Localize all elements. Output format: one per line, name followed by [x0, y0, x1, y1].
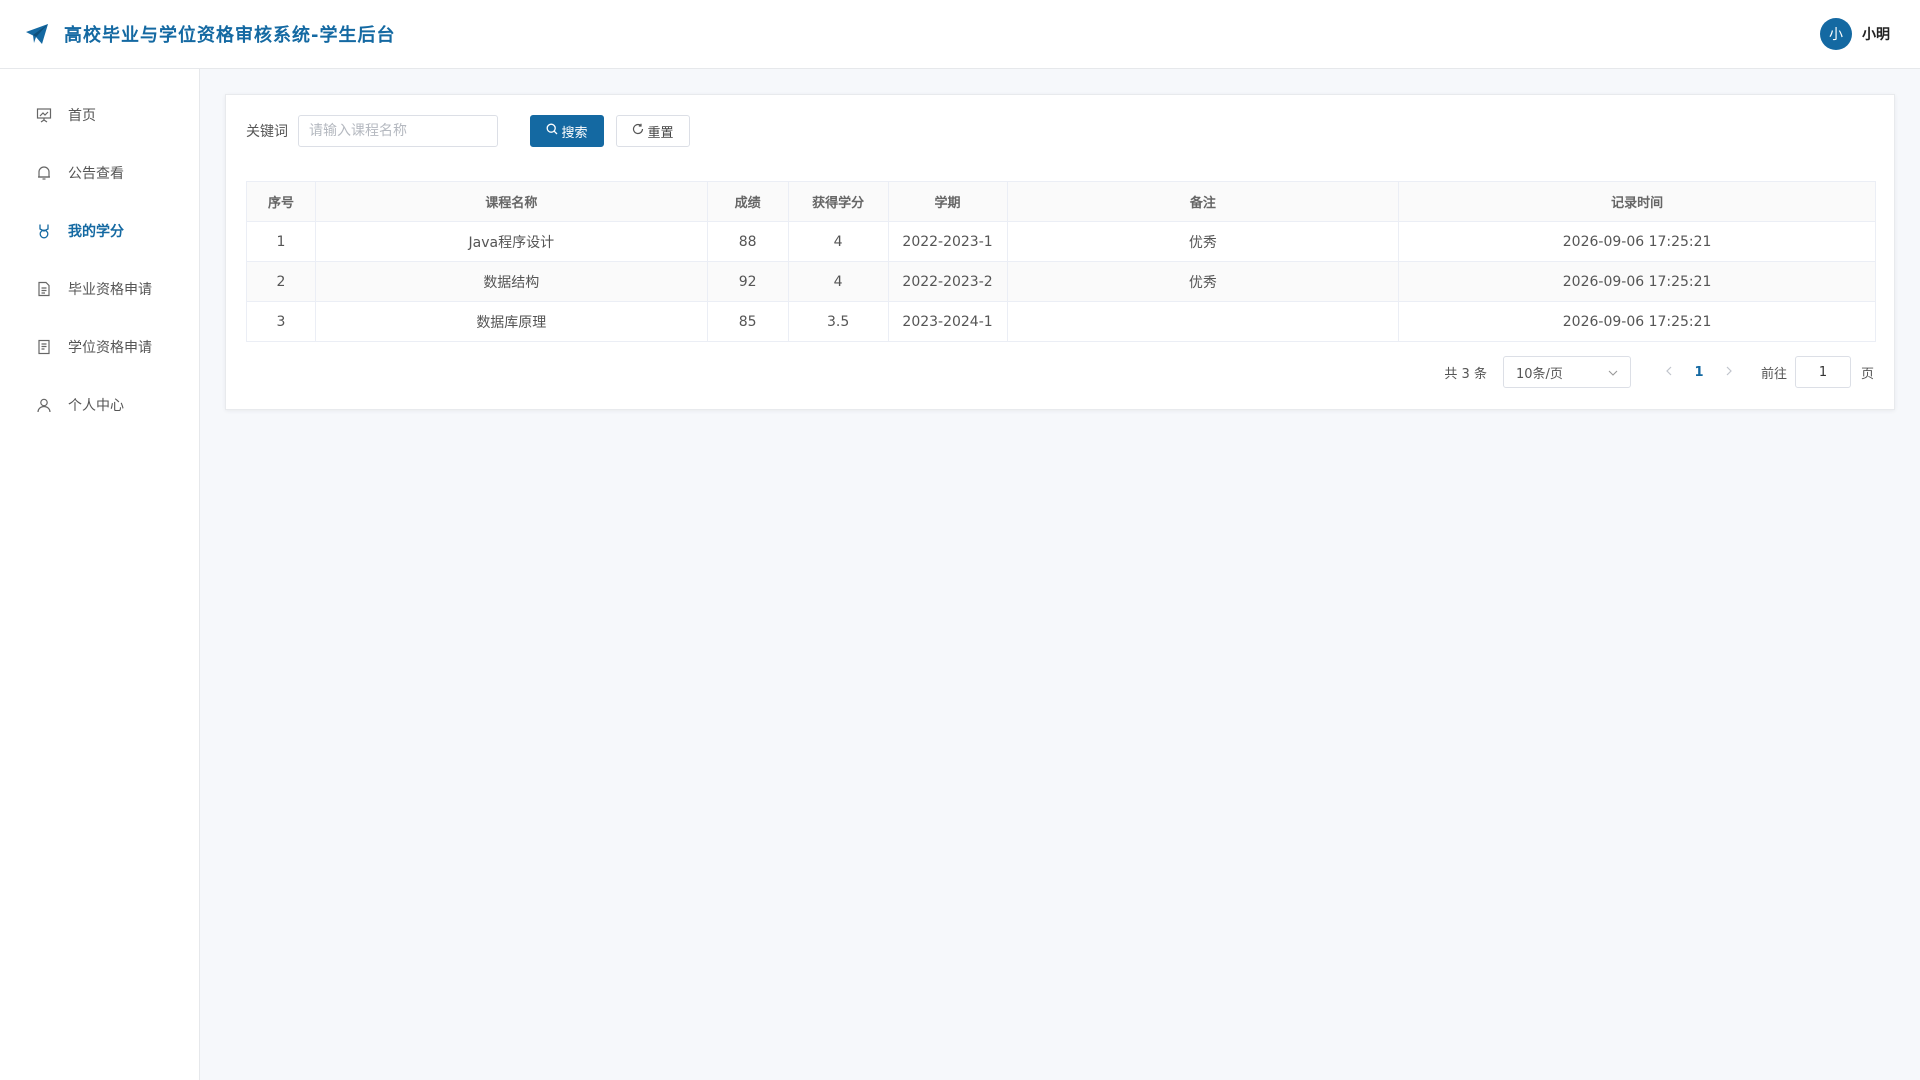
cell-index: 3: [246, 301, 316, 342]
page-size-select[interactable]: 10条/页: [1502, 356, 1631, 388]
sidebar-item-label: 首页: [68, 108, 96, 124]
sidebar-item-my-credits[interactable]: 我的学分: [0, 202, 199, 260]
cell-index: 2: [246, 261, 316, 302]
table-header-row: 序号 课程名称 成绩 获得学分 学期 备注 记录时间: [246, 181, 1876, 222]
table-row[interactable]: 3 数据库原理 85 3.5 2023-2024-1 2026-09-06 17…: [246, 301, 1876, 342]
next-page-button[interactable]: [1715, 364, 1743, 380]
cell-remark: 优秀: [1006, 261, 1400, 302]
sidebar-item-label: 公告查看: [68, 166, 124, 182]
search-button-label: 搜索: [561, 125, 588, 141]
cell-record-time: 2026-09-06 17:25:21: [1398, 301, 1876, 342]
sidebar-item-label: 学位资格申请: [68, 340, 152, 356]
search-button[interactable]: 搜索: [530, 115, 604, 147]
medal-icon: [36, 223, 52, 239]
credits-table: 序号 课程名称 成绩 获得学分 学期 备注 记录时间 1 Java程序设计 88…: [246, 181, 1876, 342]
page-size-value: 10条/页: [1515, 366, 1563, 382]
column-header-credits-earned[interactable]: 获得学分: [787, 181, 889, 222]
cell-record-time: 2026-09-06 17:25:21: [1398, 221, 1876, 262]
reset-button-label: 重置: [647, 125, 674, 141]
column-header-score[interactable]: 成绩: [706, 181, 789, 222]
cell-remark: [1006, 301, 1400, 342]
cell-score: 88: [706, 221, 789, 262]
cell-semester: 2022-2023-1: [887, 221, 1008, 262]
prev-page-button[interactable]: [1655, 364, 1683, 380]
sidebar-item-announcements[interactable]: 公告查看: [0, 144, 199, 202]
sidebar-item-graduation-application[interactable]: 毕业资格申请: [0, 260, 199, 318]
search-bar: 关键词 搜索 重置: [246, 115, 1874, 147]
page-number-current[interactable]: 1: [1683, 365, 1715, 380]
file-list-icon: [36, 339, 52, 355]
sidebar: 首页 公告查看 我的学分 毕业资格申请 学位资格申请 个人中心: [0, 69, 200, 1080]
keyword-label: 关键词: [246, 124, 288, 140]
user-name[interactable]: 小明: [1862, 24, 1890, 44]
table-row[interactable]: 2 数据结构 92 4 2022-2023-2 优秀 2026-09-06 17…: [246, 261, 1876, 302]
search-icon: [546, 123, 558, 139]
sidebar-item-label: 毕业资格申请: [68, 282, 152, 298]
cell-score: 92: [706, 261, 789, 302]
paper-plane-icon: [24, 21, 50, 47]
avatar[interactable]: 小: [1820, 18, 1852, 50]
cell-semester: 2022-2023-2: [887, 261, 1008, 302]
column-header-course-name[interactable]: 课程名称: [314, 181, 708, 222]
column-header-remark[interactable]: 备注: [1006, 181, 1400, 222]
bell-icon: [36, 165, 52, 181]
column-header-record-time[interactable]: 记录时间: [1398, 181, 1876, 222]
brand: 高校毕业与学位资格审核系统-学生后台: [24, 21, 395, 47]
chevron-down-icon: [1608, 365, 1618, 380]
app-title: 高校毕业与学位资格审核系统-学生后台: [64, 25, 396, 46]
user-icon: [36, 397, 52, 413]
column-header-semester[interactable]: 学期: [887, 181, 1008, 222]
presentation-icon: [36, 107, 52, 123]
sidebar-item-degree-application[interactable]: 学位资格申请: [0, 318, 199, 376]
total-count: 共 3 条: [1444, 366, 1487, 382]
table-row[interactable]: 1 Java程序设计 88 4 2022-2023-1 优秀 2026-09-0…: [246, 221, 1876, 262]
cell-course-name: 数据结构: [314, 261, 708, 302]
column-header-index[interactable]: 序号: [246, 181, 316, 222]
document-icon: [36, 281, 52, 297]
goto-page-input[interactable]: [1794, 356, 1851, 388]
cell-credits: 3.5: [787, 301, 889, 342]
cell-score: 85: [706, 301, 789, 342]
sidebar-item-label: 个人中心: [68, 398, 124, 414]
page-unit-label: 页: [1860, 366, 1874, 382]
cell-credits: 4: [787, 221, 889, 262]
cell-course-name: 数据库原理: [314, 301, 708, 342]
sidebar-item-label: 我的学分: [68, 224, 124, 240]
cell-record-time: 2026-09-06 17:25:21: [1398, 261, 1876, 302]
cell-index: 1: [246, 221, 316, 262]
cell-remark: 优秀: [1006, 221, 1400, 262]
keyword-input[interactable]: [298, 115, 498, 147]
top-header: 高校毕业与学位资格审核系统-学生后台 小 小明: [0, 0, 1920, 69]
cell-course-name: Java程序设计: [314, 221, 708, 262]
sidebar-item-home[interactable]: 首页: [0, 86, 199, 144]
credits-panel: 关键词 搜索 重置 序号 课程名称 成绩 获得学分 学期 备注: [225, 94, 1895, 410]
sidebar-item-profile[interactable]: 个人中心: [0, 376, 199, 434]
cell-semester: 2023-2024-1: [887, 301, 1008, 342]
cell-credits: 4: [787, 261, 889, 302]
user-menu[interactable]: 小 小明: [1820, 18, 1890, 50]
refresh-icon: [632, 123, 644, 139]
reset-button[interactable]: 重置: [616, 115, 690, 147]
goto-label: 前往: [1760, 366, 1787, 382]
pagination: 共 3 条 10条/页 1 前往 页: [246, 356, 1874, 388]
